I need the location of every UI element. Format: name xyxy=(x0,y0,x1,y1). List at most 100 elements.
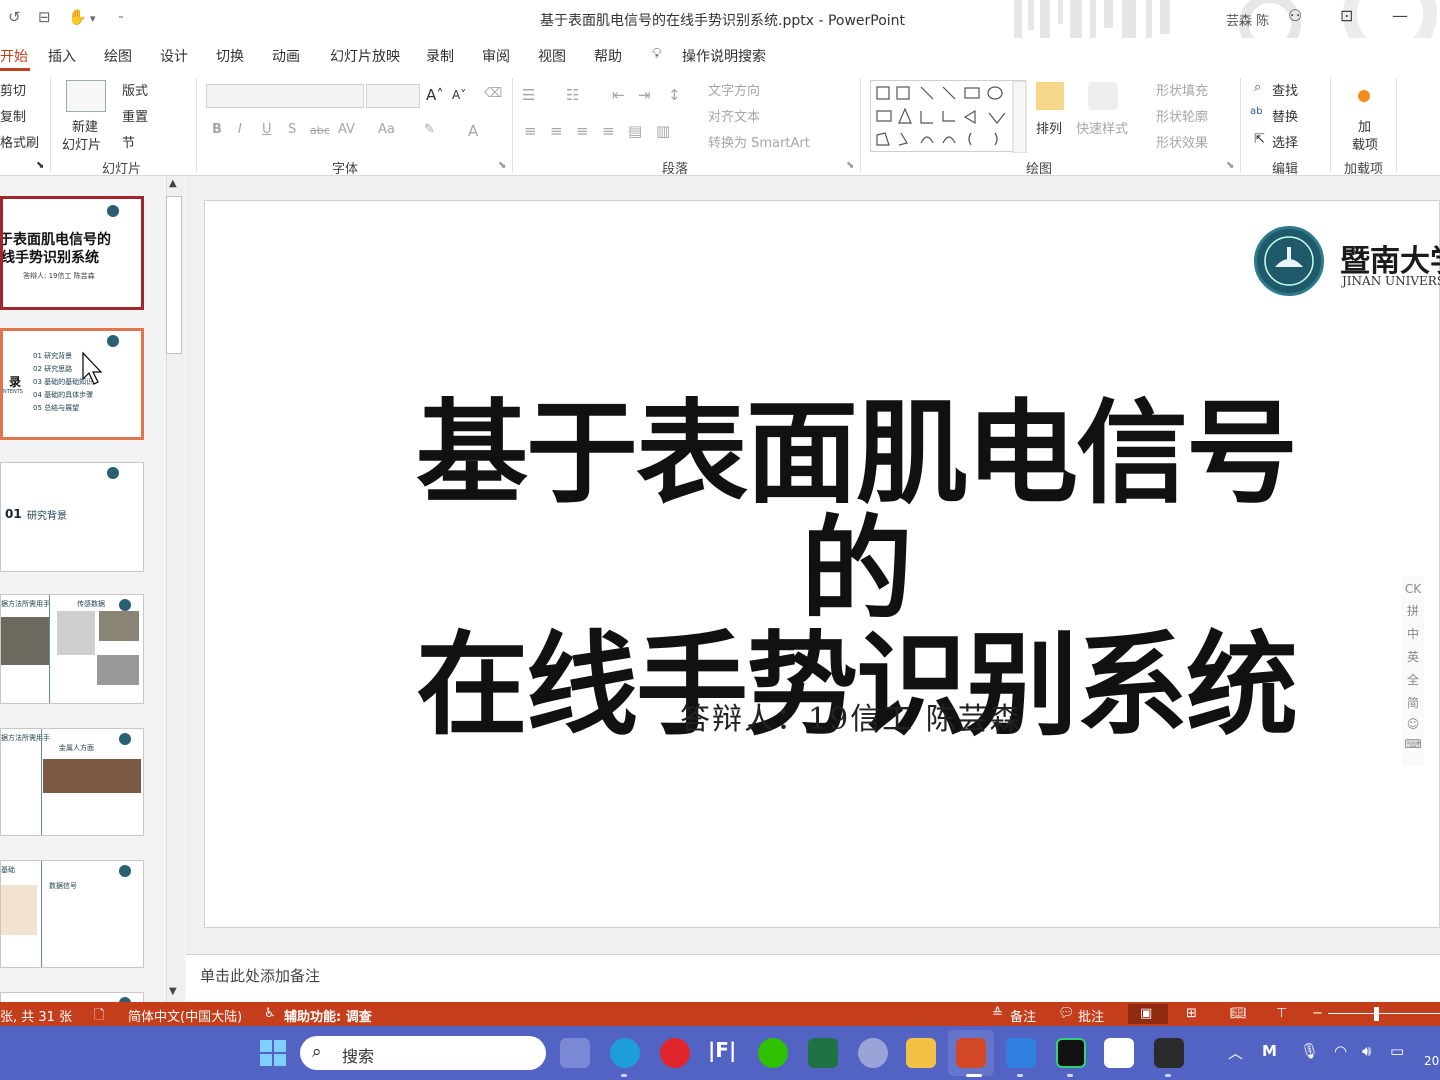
tell-me-search[interactable]: 操作说明搜索 xyxy=(682,46,766,66)
find-icon[interactable]: ⌕ xyxy=(1254,80,1261,95)
addins-icon[interactable] xyxy=(1358,90,1370,102)
shapes-gallery[interactable] xyxy=(870,80,1027,154)
tab-slideshow[interactable]: 幻灯片放映 xyxy=(330,46,400,66)
decrease-indent-icon[interactable]: ⇤ xyxy=(612,86,625,104)
shape-outline-button[interactable]: 形状轮廓 xyxy=(1156,106,1208,125)
comments-icon[interactable]: 💬︎ xyxy=(1058,1006,1075,1021)
powerpoint-icon[interactable] xyxy=(956,1038,986,1068)
char-spacing-button[interactable]: AV xyxy=(338,122,355,137)
new-slide-button[interactable]: 新建 xyxy=(72,116,98,135)
pycharm-icon[interactable] xyxy=(1056,1038,1086,1068)
format-painter-button[interactable]: 格式刷 xyxy=(0,132,39,151)
normal-view-button[interactable]: ▣ xyxy=(1128,1004,1168,1024)
tray-app-icon[interactable]: M xyxy=(1262,1042,1277,1060)
scroll-down-icon[interactable]: ▼ xyxy=(169,986,177,997)
user-name[interactable]: 芸森 陈 xyxy=(1226,10,1269,29)
slide-counter[interactable]: 张, 共 31 张 xyxy=(0,1006,72,1025)
ime-item[interactable]: 拼 xyxy=(1402,602,1424,619)
align-center-icon[interactable]: ≡ xyxy=(550,122,563,140)
columns-icon[interactable]: ▥ xyxy=(656,122,670,140)
replace-icon[interactable]: ab xyxy=(1250,106,1262,117)
mindmaster-icon[interactable] xyxy=(1104,1038,1134,1068)
wifi-icon[interactable]: ◠ xyxy=(1334,1042,1347,1060)
feishu-icon[interactable] xyxy=(1006,1038,1036,1068)
ribbon-display-icon[interactable]: ⊡ xyxy=(1340,6,1353,25)
scroll-up-icon[interactable]: ▲ xyxy=(169,178,177,189)
start-from-beginning-icon[interactable]: ⊟ xyxy=(38,8,51,26)
notes-toggle-button[interactable]: 备注 xyxy=(1010,1006,1036,1025)
cut-button[interactable]: 剪切 xyxy=(0,80,26,99)
slide-subtitle[interactable]: 答辩人：19信工 陈芸森 xyxy=(680,694,1022,738)
thumbnail-slide-2[interactable]: 录 NTENTS 01 研究背景 02 研究思路 03 基础的基础知识 04 基… xyxy=(0,328,144,440)
excel-icon[interactable] xyxy=(808,1038,838,1068)
layout-button[interactable]: 版式 xyxy=(122,80,148,99)
distribute-icon[interactable]: ▤ xyxy=(628,122,642,140)
battery-icon[interactable]: ▭ xyxy=(1390,1042,1404,1060)
italic-button[interactable]: I xyxy=(238,122,242,137)
ime-item[interactable]: ☺ xyxy=(1402,717,1424,731)
font-launcher-icon[interactable]: ⬊ xyxy=(498,160,506,171)
account-icon[interactable]: ⚇ xyxy=(1288,6,1302,25)
text-direction-button[interactable]: 文字方向 xyxy=(708,80,760,99)
bullets-icon[interactable]: ☰ xyxy=(522,86,535,104)
taskbar-search[interactable]: ⌕ 搜索 xyxy=(300,1036,546,1070)
tab-record[interactable]: 录制 xyxy=(426,46,454,66)
zoom-slider-thumb[interactable] xyxy=(1374,1007,1379,1021)
slide-thumbnail-pane[interactable]: 于表面肌电信号的 线手势识别系统 答辩人: 19信工 陈芸森 录 NTENTS … xyxy=(0,176,186,1002)
reading-view-icon[interactable]: 📖︎ xyxy=(1230,1006,1247,1021)
task-view-icon[interactable] xyxy=(560,1038,590,1068)
thumbnail-scroll-thumb[interactable] xyxy=(166,196,182,354)
slide-title[interactable]: 基于表面肌电信号的 在线手势识别系统 xyxy=(366,396,1346,744)
tab-draw[interactable]: 绘图 xyxy=(104,46,132,66)
edge-icon[interactable] xyxy=(610,1038,640,1068)
notes-icon[interactable]: 🗋︎ xyxy=(94,1006,104,1028)
clock[interactable]: 20 xyxy=(1424,1054,1439,1068)
windows-start-icon[interactable] xyxy=(260,1040,286,1066)
slide-sorter-icon[interactable]: ⊞ xyxy=(1186,1006,1197,1021)
volume-icon[interactable]: 🔊︎ xyxy=(1362,1042,1371,1060)
new-slide-dropdown[interactable]: 幻灯片 xyxy=(62,134,101,153)
numbering-icon[interactable]: ☷ xyxy=(566,86,579,104)
ime-item[interactable]: 中 xyxy=(1402,625,1424,642)
thumbnail-slide-3[interactable]: 01 研究背景 xyxy=(0,462,144,572)
quick-styles-icon[interactable] xyxy=(1088,82,1118,110)
ime-toolbar[interactable]: CK 拼 中 英 全 简 ☺ ⌨ xyxy=(1402,576,1424,766)
touch-mode-icon[interactable]: ✋ xyxy=(68,8,87,26)
tab-design[interactable]: 设计 xyxy=(160,46,188,66)
quick-styles-button[interactable]: 快速样式 xyxy=(1076,118,1128,137)
microphone-icon[interactable]: 🎙︎ xyxy=(1300,1042,1319,1060)
justify-icon[interactable]: ≡ xyxy=(602,122,615,140)
thumbnail-slide-6[interactable]: 基础 数据信号 xyxy=(0,860,144,968)
arrange-icon[interactable] xyxy=(1036,82,1064,110)
wechat-icon[interactable] xyxy=(758,1038,788,1068)
tab-animations[interactable]: 动画 xyxy=(272,46,300,66)
ime-item[interactable]: CK xyxy=(1402,582,1424,596)
comments-button[interactable]: 批注 xyxy=(1078,1006,1104,1025)
zoom-slider-track[interactable] xyxy=(1328,1013,1440,1014)
settings-gear-icon[interactable] xyxy=(858,1038,888,1068)
underline-button[interactable]: U xyxy=(262,122,272,137)
align-text-button[interactable]: 对齐文本 xyxy=(708,106,760,125)
shadow-button[interactable]: S xyxy=(288,122,296,137)
tab-insert[interactable]: 插入 xyxy=(48,46,76,66)
shape-effects-button[interactable]: 形状效果 xyxy=(1156,132,1208,151)
ime-item[interactable]: 全 xyxy=(1402,671,1424,688)
grow-font-button[interactable]: A˄ xyxy=(426,86,444,104)
reset-button[interactable]: 重置 xyxy=(122,106,148,125)
ime-item[interactable]: 英 xyxy=(1402,648,1424,665)
find-button[interactable]: 查找 xyxy=(1272,80,1298,99)
terminal-icon[interactable] xyxy=(1154,1038,1184,1068)
thumbnail-slide-7[interactable] xyxy=(0,992,144,1002)
arrange-button[interactable]: 排列 xyxy=(1036,118,1062,137)
section-button[interactable]: 节 xyxy=(122,132,135,151)
ime-item[interactable]: ⌨ xyxy=(1402,737,1424,751)
align-right-icon[interactable]: ≡ xyxy=(576,122,589,140)
tab-help[interactable]: 帮助 xyxy=(594,46,622,66)
autosave-icon[interactable]: ↺ xyxy=(8,8,21,26)
tab-home[interactable]: 开始 xyxy=(0,46,28,66)
netease-music-icon[interactable] xyxy=(660,1038,690,1068)
paragraph-launcher-icon[interactable]: ⬊ xyxy=(846,160,854,171)
addins-button[interactable]: 加 xyxy=(1358,116,1371,135)
font-color-button[interactable]: A xyxy=(468,122,478,140)
line-spacing-icon[interactable]: ↕ xyxy=(668,86,681,104)
